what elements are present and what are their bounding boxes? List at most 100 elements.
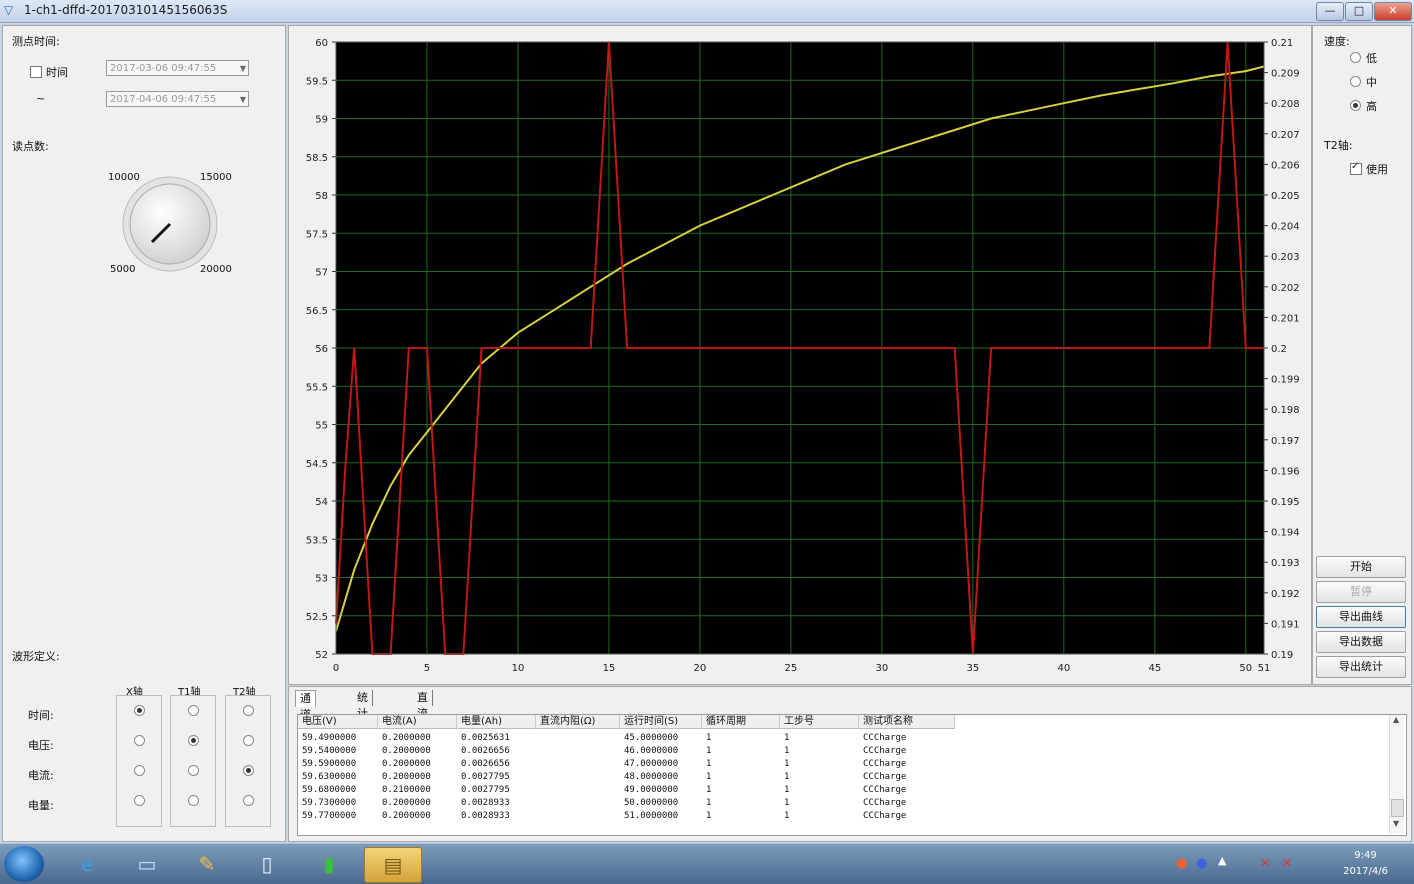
radio-x-row-0[interactable] [134,705,145,716]
t2-axis-label: T2轴: [1324,139,1353,152]
table-row[interactable]: 59.5900000 0.2000000 0.0026656 47.0000000 1 1… [298,758,1388,771]
data-point [553,347,556,349]
scroll-down-icon[interactable]: ▼ [1393,819,1399,828]
tray-volume-icon[interactable]: ✕ [1282,856,1292,870]
radio-t1-row-0[interactable] [188,705,199,716]
radio-t2-row-0[interactable] [243,705,254,716]
table-row[interactable]: 59.7300000 0.2000000 0.0028933 50.0000000 1 1… [298,797,1388,810]
tab-statistics[interactable]: 统计数据 [353,690,373,752]
paint-icon[interactable]: ✎ [182,847,232,881]
tray-help-icon[interactable]: ● [1196,856,1207,871]
time-checkbox[interactable] [30,66,42,78]
right-tick-label: 0.21 [1271,38,1293,49]
export-data-button[interactable]: 导出数据 [1316,631,1406,653]
export-stats-button[interactable]: 导出统计 [1316,656,1406,678]
radio-x-row-2[interactable] [134,765,145,776]
close-button[interactable]: ✕ [1374,2,1412,21]
table-cell: 0.0026656 [461,746,510,756]
left-tick-label: 56.5 [306,306,328,317]
start-button-main[interactable]: 开始 [1316,556,1406,578]
speed-radio-2[interactable] [1350,100,1361,111]
table-cell: 45.0000000 [624,733,679,743]
column-header[interactable]: 电量(Ah) [457,715,536,729]
right-tick-label: 0.201 [1271,313,1300,324]
column-header[interactable]: 运行时间(S) [620,715,702,729]
minimize-button[interactable]: — [1316,2,1344,21]
tray-app-icon[interactable]: ● [1176,856,1187,871]
left-tick-label: 53.5 [306,535,328,546]
data-point [1154,347,1156,349]
right-tick-label: 0.193 [1271,558,1300,569]
table-row[interactable]: 59.7700000 0.2000000 0.0028933 51.0000000 1 1… [298,810,1388,823]
table-row[interactable]: 59.6800000 0.2100000 0.0027795 49.0000000 1 1… [298,784,1388,797]
column-header[interactable]: 直流内阻(Ω) [536,715,620,729]
scroll-thumb[interactable] [1391,799,1404,817]
radio-x-row-3[interactable] [134,795,145,806]
dropdown-arrow-icon: ▼ [239,95,246,104]
data-point [535,347,537,349]
x-tick-label: 10 [512,663,525,674]
right-tick-label: 0.207 [1271,130,1300,141]
chart: 0 5 10 15 20 25 30 35 40 45 50 51 60 59.5 59 58.5 58 57.5… [306,38,1300,674]
column-header[interactable]: 工步号 [780,715,859,729]
right-tick-label: 0.199 [1271,375,1300,386]
data-point [662,243,665,246]
scroll-up-icon[interactable]: ▲ [1393,715,1399,724]
radio-t2-row-2[interactable] [243,765,254,776]
table-row[interactable]: 59.4900000 0.2000000 0.0025631 45.0000000 1 1… [298,732,1388,745]
column-header[interactable]: 电流(A) [378,715,457,729]
end-time-picker[interactable]: 2017-04-06 09:47:55 ▼ [106,91,249,107]
explorer-icon[interactable]: ▤ [364,847,422,883]
data-point [389,484,392,487]
ie-icon[interactable]: e [62,847,112,881]
data-point [953,129,956,131]
speed-radio-0[interactable] [1350,52,1361,63]
data-point [771,194,774,196]
column-header[interactable]: 循环周期 [702,715,780,729]
clock[interactable]: 9:49 2017/4/6 [1343,848,1388,880]
document-icon[interactable]: ▯ [242,847,292,881]
radio-t2-row-1[interactable] [243,735,254,746]
tab-dc-resistance[interactable]: 直流内阻 [413,690,433,752]
left-tick-label: 54 [315,497,328,508]
column-header[interactable]: 测试项名称 [859,715,955,729]
data-point [362,500,365,502]
table-scrollbar[interactable]: ▲ ▼ [1389,715,1404,833]
app-icon: ▽ [4,3,14,17]
t2-use-checkbox[interactable] [1350,161,1362,175]
data-point [699,224,701,227]
speed-radio-1[interactable] [1350,76,1361,87]
start-time-picker[interactable]: 2017-03-06 09:47:55 ▼ [106,60,249,76]
table-row[interactable]: 59.5400000 0.2000000 0.0026656 46.0000000 1 1… [298,745,1388,758]
radio-t2-row-3[interactable] [243,795,254,806]
table-cell: 1 [706,772,712,782]
left-tick-label: 55 [315,421,328,432]
tray-flag-icon[interactable]: ▲ [1218,854,1226,867]
column-header[interactable]: 电压(V) [298,715,378,729]
tray-network-icon[interactable]: ✕ [1260,856,1270,870]
data-point [1099,94,1102,97]
data-table[interactable]: 电压(V) 电流(A) 电量(Ah) 直流内阻(Ω) 运行时间(S) 循环周期 工步号 测试项… [297,714,1407,836]
right-tick-label: 0.202 [1271,283,1300,294]
table-cell: 1 [784,759,790,769]
points-knob[interactable] [118,174,222,278]
data-point [981,500,983,502]
battery-app-icon[interactable]: ▮ [304,847,354,881]
x-tick-label: 30 [876,663,889,674]
radio-x-row-1[interactable] [134,735,145,746]
radio-t1-row-2[interactable] [188,765,199,776]
data-point [626,263,628,265]
computer-icon[interactable]: ▭ [122,847,172,881]
export-curve-button[interactable]: 导出曲线 [1316,606,1406,628]
table-row[interactable]: 59.6300000 0.2000000 0.0027795 48.0000000 1 1… [298,771,1388,784]
start-button[interactable] [4,846,44,882]
radio-t1-row-3[interactable] [188,795,199,806]
data-point [917,140,920,143]
row-label-time: 时间: [28,709,54,722]
tab-channel-data[interactable]: 通道数据 [295,690,316,753]
table-cell: CCCharge [863,785,907,795]
radio-t1-row-1[interactable] [188,735,199,746]
x-tick-label: 50 [1239,663,1252,674]
maximize-button[interactable]: □ [1345,2,1373,21]
table-cell: 1 [784,798,790,808]
